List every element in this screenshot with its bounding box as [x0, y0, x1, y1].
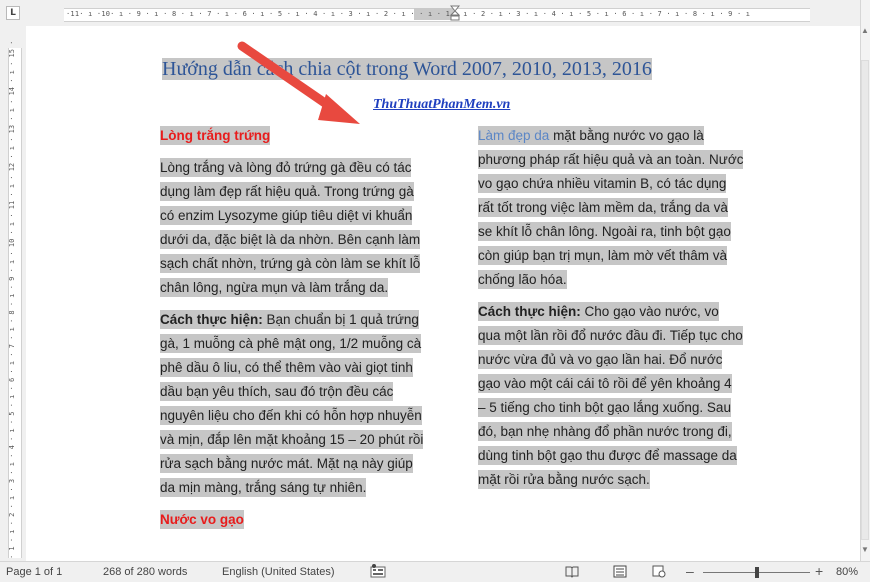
text-line: dưới da, đặc biệt là da nhờn. Bên cạnh l…	[160, 230, 421, 249]
rice-water-paragraph: Làm đẹp da mặt bằng nước vo gạo là phươn…	[478, 124, 758, 292]
horizontal-ruler-ticks: ·11· ı ·10· ı · 9 · ı · 8 · ı · 7 · ı · …	[66, 10, 751, 18]
text-line: – 5 tiếng cho tinh bột gạo lắng xuống. S…	[478, 398, 731, 417]
text-line: phương pháp rất hiệu quả và an toàn. Nướ…	[478, 150, 744, 169]
egg-white-paragraph: Lòng trắng và lòng đỏ trứng gà đều có tá…	[160, 156, 440, 300]
tab-selector[interactable]: L	[6, 6, 20, 20]
zoom-in-button[interactable]: +	[815, 563, 823, 579]
status-bar: Page 1 of 1 268 of 280 words English (Un…	[0, 561, 870, 582]
text-line: gà, 1 muỗng cà phê mật ong, 1/2 muỗng cà	[160, 334, 422, 353]
text-line: vo gạo chứa nhiều vitamin B, có tác dụng	[478, 174, 727, 193]
egg-method-paragraph: Cách thực hiện: Bạn chuẩn bị 1 quả trứng…	[160, 308, 440, 500]
text-line: gạo vào một cái cái tô rồi để yên khoảng…	[478, 374, 732, 393]
text-line: chống lão hóa.	[478, 270, 567, 289]
text-line: Cho gạo vào nước, vo	[580, 304, 719, 319]
zoom-out-button[interactable]: –	[686, 563, 694, 579]
text-line: dùng tinh bột gạo thu được để massage da	[478, 446, 737, 465]
text-line: có enzim Lysozyme giúp tiêu diệt vi khuẩ…	[160, 206, 413, 225]
read-mode-icon[interactable]	[565, 565, 579, 578]
scroll-down-icon[interactable]: ▼	[861, 545, 869, 557]
rice-method-paragraph: Cách thực hiện: Cho gạo vào nước, vo qua…	[478, 300, 758, 492]
page-count[interactable]: Page 1 of 1	[6, 566, 62, 578]
text-line: sạch chất nhờn, trứng gà còn làm se khít…	[160, 254, 421, 273]
vertical-ruler-ticks: · 1 · ı · 2 · ı · 3 · ı · 4 · ı · 5 · ı …	[8, 40, 16, 560]
text-line: rửa sạch bằng nước mát. Mặt nạ này giúp	[160, 454, 413, 473]
text-line: qua một lần rồi đổ nước đầu đi. Tiếp tục…	[478, 326, 743, 345]
text-line: se khít lỗ chân lông. Ngoài ra, tinh bột…	[478, 222, 731, 241]
method-label: Cách thực hiện:	[478, 304, 581, 319]
text-line: dầu bạn yêu thích, sau đó trộn đều các	[160, 382, 394, 401]
language-indicator[interactable]: English (United States)	[222, 566, 335, 578]
text-line: dụng làm đẹp rất hiệu quả. Trong trứng g…	[160, 182, 414, 201]
text-line: mặt rồi rửa bằng nước sạch.	[478, 470, 650, 489]
zoom-level[interactable]: 80%	[836, 566, 858, 578]
text-line: đó, bạn nhẹ nhàng đổ phần nước trong đi,	[478, 422, 732, 441]
print-layout-icon[interactable]	[613, 565, 627, 578]
lead-text: Làm đẹp da	[478, 128, 550, 143]
text-line: còn giúp bạn trị mụn, làm mờ vết thâm và	[478, 246, 727, 265]
text-line: chân lông, ngừa mụn và làm trắng da.	[160, 278, 389, 297]
text-line: và mịn, đắp lên mặt khoảng 15 – 20 phút …	[160, 430, 424, 449]
annotation-arrow-icon	[237, 41, 360, 124]
text-line: rất tốt trong việc làm mềm da, trắng da …	[478, 198, 728, 217]
indent-marker-icon[interactable]	[450, 5, 460, 21]
text-line: Bạn chuẩn bị 1 quả trứng	[262, 312, 419, 327]
word-count[interactable]: 268 of 280 words	[103, 566, 187, 578]
text-line: phê dầu ô liu, có thể thêm vào vài giọt …	[160, 358, 413, 377]
right-column[interactable]: Làm đẹp da mặt bằng nước vo gạo là phươn…	[478, 124, 758, 492]
zoom-slider-thumb[interactable]	[754, 567, 759, 578]
scroll-up-icon[interactable]: ▲	[861, 26, 869, 38]
web-layout-icon[interactable]	[652, 565, 666, 578]
text-line: da mịn màng, trắng sáng tự nhiên.	[160, 478, 367, 497]
left-column[interactable]: Lòng trắng trứng Lòng trắng và lòng đỏ t…	[160, 124, 440, 532]
text-line: Lòng trắng và lòng đỏ trứng gà đều có tá…	[160, 158, 412, 177]
site-link[interactable]: ThuThuatPhanMem.vn	[373, 97, 510, 113]
macro-record-icon[interactable]	[370, 564, 386, 579]
method-label: Cách thực hiện:	[160, 312, 263, 327]
heading-rice-water: Nước vo gạo	[160, 510, 244, 529]
scrollbar-thumb[interactable]	[861, 60, 869, 540]
text-line: nước vừa đủ và vo gạo lần hai. Đổ nước	[478, 350, 723, 369]
text-line: nguyên liệu cho đến khi có hỗn hợp nhuyễ…	[160, 406, 422, 425]
text-line: mặt bằng nước vo gạo là	[549, 128, 704, 143]
